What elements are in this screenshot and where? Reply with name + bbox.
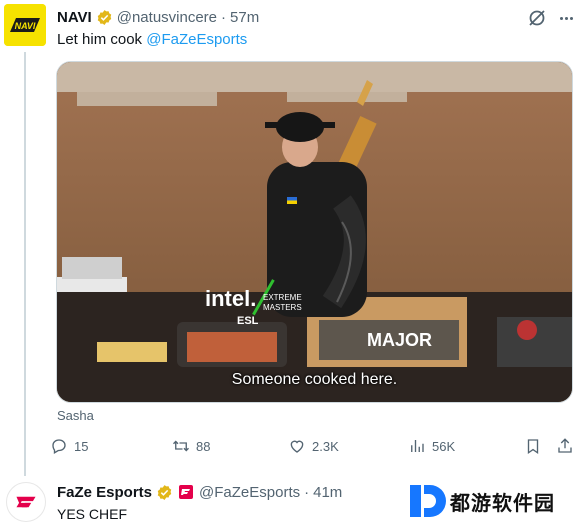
- grok-icon[interactable]: [527, 8, 547, 28]
- major-logo: MAJOR: [367, 330, 432, 350]
- event-name-line2: MASTERS: [263, 303, 302, 312]
- views-icon: [411, 440, 424, 452]
- reply-separator-dot: ·: [304, 483, 310, 501]
- share-button[interactable]: [556, 434, 580, 458]
- verified-badge-icon[interactable]: [96, 9, 113, 26]
- tweet-actions: 15 88 2.3K 56K: [50, 434, 572, 458]
- reply-icon: [52, 439, 66, 454]
- tweet-video[interactable]: intel. EXTREME MASTERS ESL MAJOR Someone…: [56, 61, 573, 403]
- svg-text:NAVI: NAVI: [15, 21, 36, 31]
- tweet-timestamp[interactable]: 57m: [230, 9, 259, 26]
- author-name[interactable]: NAVI: [57, 9, 92, 26]
- mention-link[interactable]: @FaZeEsports: [146, 31, 247, 48]
- share-icon: [558, 438, 572, 453]
- faze-avatar[interactable]: [6, 482, 46, 522]
- views-count: 56K: [432, 438, 456, 454]
- reply-author-handle[interactable]: @FaZeEsports: [199, 484, 300, 501]
- video-frame: intel. EXTREME MASTERS ESL MAJOR: [57, 62, 572, 402]
- like-icon: [290, 440, 304, 453]
- author-handle[interactable]: @natusvincere: [117, 9, 217, 26]
- tweet-navi[interactable]: NAVI NAVI @natusvincere · 57m Let him co…: [0, 0, 582, 476]
- bookmark-icon: [527, 439, 539, 455]
- faze-logo-icon: [16, 496, 36, 508]
- like-button[interactable]: 2.3K: [288, 434, 339, 458]
- tweet-text-body: Let him cook: [57, 31, 147, 48]
- repost-icon: [173, 440, 189, 452]
- reply-count: 15: [74, 438, 89, 454]
- like-count: 2.3K: [312, 438, 339, 454]
- reply-header: FaZe Esports @FaZeEsports · 41m: [57, 482, 342, 502]
- views-button[interactable]: 56K: [408, 434, 455, 458]
- esl-logo: ESL: [237, 315, 259, 327]
- navi-avatar[interactable]: NAVI: [4, 4, 46, 46]
- repost-button[interactable]: 88: [172, 434, 210, 458]
- reply-timestamp[interactable]: 41m: [313, 484, 342, 501]
- more-icon[interactable]: [556, 8, 576, 28]
- video-subtitle: Someone cooked here.: [231, 371, 398, 388]
- repost-count: 88: [196, 438, 211, 454]
- reply-verified-badge-icon[interactable]: [156, 484, 173, 501]
- tweet-text: Let him cook @FaZeEsports: [57, 30, 247, 50]
- site-watermark: 都游软件园: [406, 481, 555, 521]
- watermark-text: 都游软件园: [450, 490, 555, 515]
- watermark-logo-icon: [410, 485, 446, 517]
- reply-author-name[interactable]: FaZe Esports: [57, 484, 152, 501]
- reply-button[interactable]: 15: [50, 434, 88, 458]
- event-name-line1: EXTREME: [263, 293, 302, 302]
- intel-logo: intel.: [205, 286, 256, 311]
- affiliate-badge-icon[interactable]: [179, 485, 194, 499]
- media-caption[interactable]: Sasha: [57, 408, 94, 423]
- thread-connector-line: [24, 52, 26, 476]
- bookmark-button[interactable]: [524, 434, 548, 458]
- separator-dot: ·: [221, 8, 227, 26]
- tweet-header: NAVI @natusvincere · 57m: [57, 6, 259, 28]
- reply-text: YES CHEF: [57, 506, 128, 522]
